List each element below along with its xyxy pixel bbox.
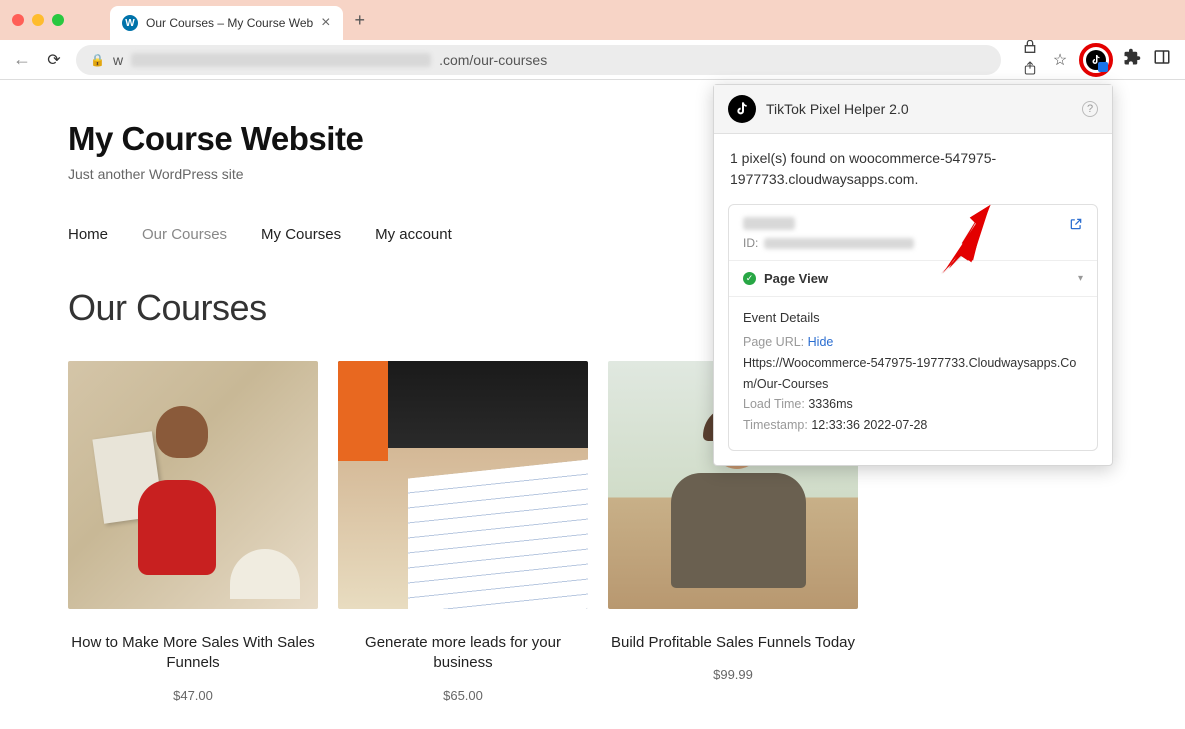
timestamp-label: Timestamp: — [743, 418, 808, 432]
extension-popup: TikTok Pixel Helper 2.0 ? 1 pixel(s) fou… — [713, 84, 1113, 466]
pixel-header: ID: — [729, 205, 1097, 260]
external-link-icon[interactable] — [1069, 217, 1083, 234]
window-controls — [12, 14, 64, 26]
course-price: $47.00 — [68, 688, 318, 703]
pixel-id-label: ID: — [743, 236, 758, 250]
side-panel-icon[interactable] — [1151, 48, 1173, 71]
course-card[interactable]: How to Make More Sales With Sales Funnel… — [68, 361, 318, 703]
course-image — [68, 361, 318, 609]
extension-highlight-circle — [1079, 43, 1113, 77]
course-price: $99.99 — [608, 667, 858, 682]
load-time-label: Load Time: — [743, 397, 805, 411]
maximize-window-button[interactable] — [52, 14, 64, 26]
close-window-button[interactable] — [12, 14, 24, 26]
nav-our-courses[interactable]: Our Courses — [142, 226, 227, 243]
popup-title: TikTok Pixel Helper 2.0 — [766, 101, 1072, 117]
course-title: Generate more leads for your business — [338, 633, 588, 674]
bookmark-star-icon[interactable]: ☆ — [1049, 50, 1071, 70]
timestamp-value: 12:33:36 2022-07-28 — [811, 418, 927, 432]
event-details: Event Details Page URL: Hide Https://Woo… — [729, 296, 1097, 450]
new-tab-button[interactable]: + — [355, 10, 366, 31]
back-button[interactable]: ← — [12, 49, 32, 70]
nav-my-courses[interactable]: My Courses — [261, 226, 341, 243]
nav-my-account[interactable]: My account — [375, 226, 452, 243]
course-card[interactable]: Generate more leads for your business $6… — [338, 361, 588, 703]
course-image — [338, 361, 588, 609]
lock-icon: 🔒 — [90, 53, 105, 67]
course-price: $65.00 — [338, 688, 588, 703]
toolbar-actions: ☆ — [1019, 39, 1173, 81]
minimize-window-button[interactable] — [32, 14, 44, 26]
popup-header: TikTok Pixel Helper 2.0 ? — [714, 85, 1112, 134]
pixel-id-redacted — [764, 238, 914, 249]
popup-summary: 1 pixel(s) found on woocommerce-547975-1… — [714, 134, 1112, 204]
tab-title: Our Courses – My Course Web — [146, 16, 313, 30]
share-icon[interactable] — [1019, 39, 1041, 81]
tab-close-button[interactable]: × — [321, 14, 330, 32]
course-title: Build Profitable Sales Funnels Today — [608, 633, 858, 653]
address-bar[interactable]: 🔒 w .com/our-courses — [76, 45, 1001, 75]
url-text-suffix: .com/our-courses — [439, 52, 547, 68]
event-row[interactable]: ✓ Page View ▾ — [729, 260, 1097, 296]
page-url-hide-link[interactable]: Hide — [808, 335, 834, 349]
reload-button[interactable]: ⟳ — [44, 50, 64, 70]
url-text-prefix: w — [113, 52, 123, 68]
tiktok-logo-icon — [728, 95, 756, 123]
load-time-value: 3336ms — [808, 397, 852, 411]
browser-tab[interactable]: W Our Courses – My Course Web × — [110, 6, 343, 40]
details-heading: Event Details — [743, 307, 1083, 328]
wordpress-favicon-icon: W — [122, 15, 138, 31]
help-icon[interactable]: ? — [1082, 101, 1098, 117]
page-url-label: Page URL: — [743, 335, 804, 349]
nav-home[interactable]: Home — [68, 226, 108, 243]
browser-titlebar: W Our Courses – My Course Web × + — [0, 0, 1185, 40]
page-url-value: Https://Woocommerce-547975-1977733.Cloud… — [743, 353, 1083, 394]
pixel-name-redacted — [743, 217, 795, 230]
tiktok-extension-icon[interactable] — [1086, 50, 1106, 70]
pixel-card: ID: ✓ Page View ▾ Event Details Page URL… — [728, 204, 1098, 451]
browser-toolbar: ← ⟳ 🔒 w .com/our-courses ☆ — [0, 40, 1185, 80]
extension-badge — [1098, 62, 1108, 72]
event-name: Page View — [764, 271, 1070, 286]
chevron-down-icon: ▾ — [1078, 273, 1083, 284]
url-redacted — [131, 53, 431, 67]
extensions-puzzle-icon[interactable] — [1121, 48, 1143, 71]
course-title: How to Make More Sales With Sales Funnel… — [68, 633, 318, 674]
check-icon: ✓ — [743, 272, 756, 285]
